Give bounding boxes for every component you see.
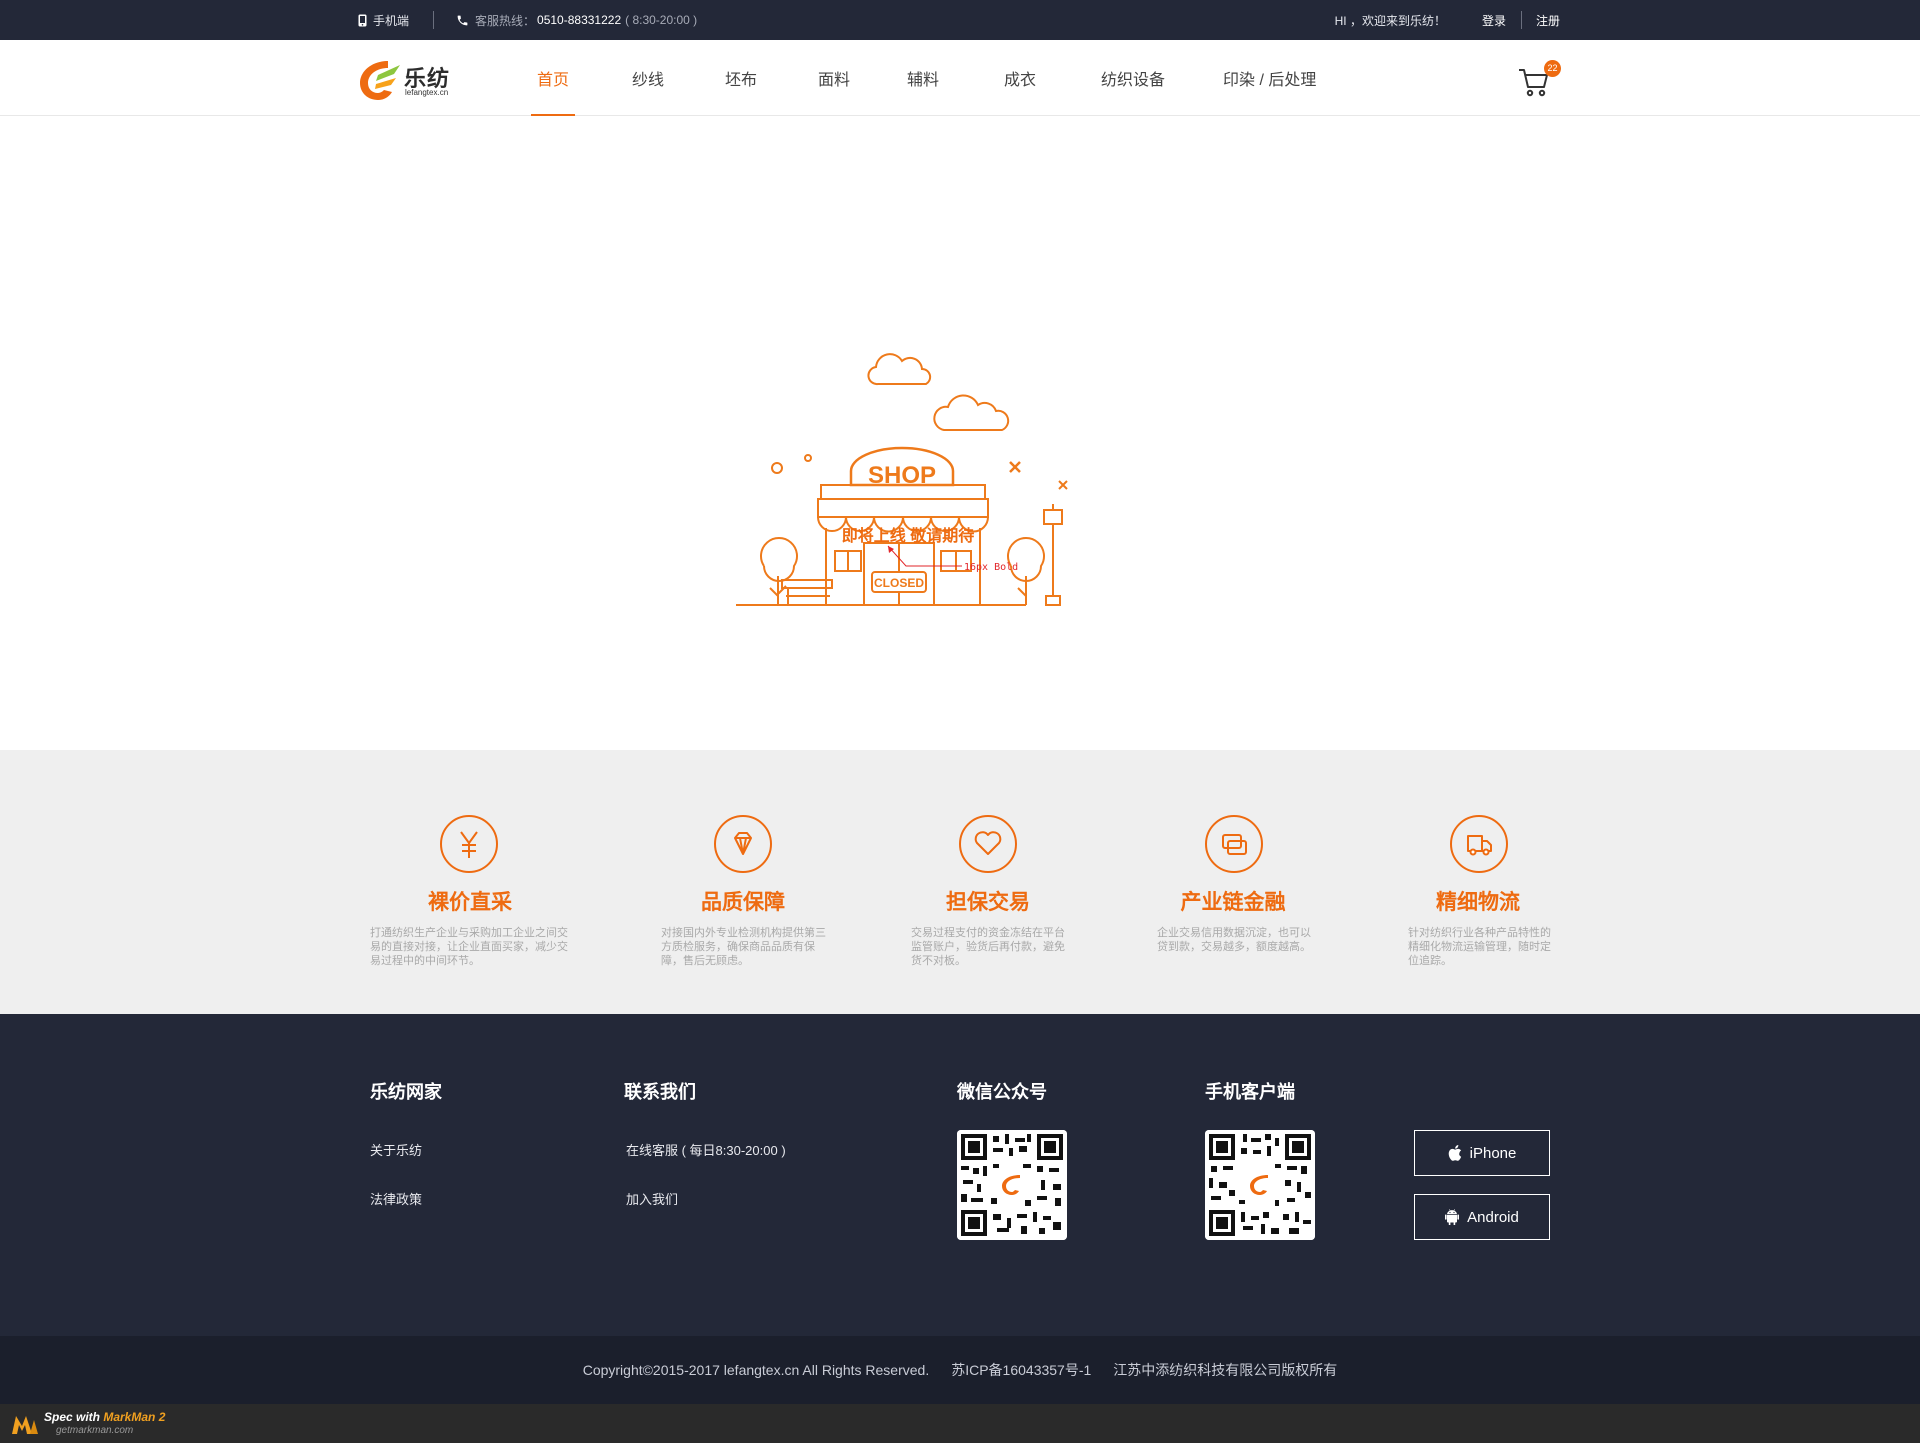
markman-brand: MarkMan 2 [103, 1410, 166, 1424]
iphone-download-button[interactable]: iPhone [1414, 1130, 1550, 1176]
nav-equipment[interactable]: 纺织设备 [1101, 40, 1165, 116]
feature-title: 裸价直采 [428, 891, 512, 914]
logo-domain: lefangtex.cn [405, 88, 449, 97]
hotline-number: 0510-88331222 [537, 13, 622, 27]
feature-desc: 企业交易信用数据沉淀，也可以贷到款，交易越多，额度越高。 [1157, 927, 1311, 953]
feature-title: 精细物流 [1436, 891, 1520, 914]
telephone-icon [457, 15, 468, 25]
nav-yarn[interactable]: 纱线 [632, 40, 664, 116]
annotation-label: 16px Bold [964, 562, 1019, 573]
footer-link-join-us[interactable]: 加入我们 [626, 1189, 678, 1208]
markman-logo-icon [12, 1416, 38, 1434]
markman-bar: Spec with MarkMan 2 getmarkman.com [0, 1404, 1920, 1443]
markman-prefix: Spec with [44, 1410, 104, 1424]
feature-desc: 对接国内外专业检测机构提供第三方质检服务，确保商品品质有保障，售后无顾虑。 [661, 927, 826, 967]
footer-wechat-title: 微信公众号 [957, 1082, 1047, 1102]
app-qr-code [1205, 1130, 1315, 1240]
closed-sign-text: CLOSED [874, 576, 924, 590]
android-download-button[interactable]: Android [1414, 1194, 1550, 1240]
site-header: 乐纺 lefangtex.cn 首页 纱线 坯布 面料 辅料 成衣 纺织设备 印… [0, 40, 1920, 116]
feature-title: 担保交易 [946, 891, 1030, 914]
feature-desc: 针对纺织行业各种产品特性的精细化物流运输管理，随时定位追踪。 [1408, 927, 1551, 967]
nav-home[interactable]: 首页 [530, 40, 576, 116]
cloud-icon [867, 353, 932, 386]
finance-icon [1205, 815, 1263, 873]
annotation-arrow [887, 545, 962, 567]
footer-link-about[interactable]: 关于乐纺 [370, 1140, 422, 1159]
hotline: 客服热线： 0510-88331222 ( 8:30-20:00 ) [456, 12, 697, 29]
top-bar: 手机端 客服热线： 0510-88331222 ( 8:30-20:00 ) H… [0, 0, 1920, 40]
apple-icon [1448, 1145, 1461, 1161]
cart-button[interactable]: 22 [1518, 60, 1561, 100]
nav-garment[interactable]: 成衣 [1004, 40, 1036, 116]
icp-number[interactable]: 苏ICP备16043357号-1 [951, 1360, 1091, 1380]
feature-title: 品质保障 [701, 891, 785, 914]
cart-count-badge: 22 [1544, 60, 1561, 77]
qr-code-icon [1205, 1130, 1315, 1240]
mobile-link[interactable]: 手机端 [358, 12, 409, 29]
footer-link-legal[interactable]: 法律政策 [370, 1189, 422, 1208]
divider [1520, 11, 1522, 29]
yen-icon [440, 815, 498, 873]
login-link[interactable]: 登录 [1482, 12, 1506, 29]
markman-url: getmarkman.com [56, 1425, 134, 1436]
company-name: 江苏中添纺织科技有限公司版权所有 [1113, 1362, 1338, 1378]
phone-icon [358, 14, 367, 26]
main-content: SHOP CLOSED 即将上线 敬请期待 16px Bold [0, 116, 1920, 750]
qr-code-icon [957, 1130, 1067, 1240]
footer-contact-title: 联系我们 [624, 1082, 696, 1102]
feature-desc: 交易过程支付的资金冻结在平台监管账户，验货后再付款，避免货不对板。 [911, 927, 1065, 967]
register-link[interactable]: 注册 [1536, 12, 1560, 29]
iphone-label: iPhone [1469, 1144, 1517, 1162]
cloud-icon [933, 394, 1010, 431]
truck-icon [1450, 815, 1508, 873]
nav-greige[interactable]: 坯布 [725, 40, 757, 116]
welcome-text: HI ，欢迎来到乐纺！ [1334, 13, 1446, 28]
divider [433, 11, 435, 29]
logo-mark-icon [360, 61, 400, 100]
heart-icon [959, 815, 1017, 873]
android-label: Android [1467, 1208, 1519, 1226]
hotline-hours: ( 8:30-20:00 ) [625, 13, 698, 27]
diamond-icon [714, 815, 772, 873]
wechat-qr-code [957, 1130, 1067, 1240]
android-icon [1445, 1209, 1460, 1225]
footer-link-online-service[interactable]: 在线客服 ( 每日8:30-20:00 ) [626, 1140, 786, 1159]
nav-fabric[interactable]: 面料 [818, 40, 850, 116]
copyright-text: Copyright©2015-2017 lefangtex.cn All Rig… [582, 1362, 930, 1378]
footer-about-title: 乐纺网家 [370, 1082, 442, 1102]
mobile-label: 手机端 [373, 13, 410, 28]
features-section: 裸价直采 打通纺织生产企业与采购加工企业之间交易的直接对接，让企业直面买家，减少… [0, 750, 1920, 1014]
hotline-label: 客服热线： [475, 13, 536, 28]
markman-title: Spec with MarkMan 2 [44, 1410, 165, 1424]
feature-title: 产业链金融 [1180, 891, 1286, 914]
feature-desc: 打通纺织生产企业与采购加工企业之间交易的直接对接，让企业直面买家，减少交易过程中… [370, 927, 568, 967]
site-footer: 乐纺网家 关于乐纺 法律政策 联系我们 在线客服 ( 每日8:30-20:00 … [0, 1014, 1920, 1336]
footer-app-title: 手机客户端 [1205, 1082, 1295, 1102]
nav-dyeing[interactable]: 印染 / 后处理 [1223, 40, 1316, 116]
copyright-bar: Copyright©2015-2017 lefangtex.cn All Rig… [0, 1336, 1920, 1404]
nav-accessories[interactable]: 辅料 [907, 40, 939, 116]
logo[interactable]: 乐纺 lefangtex.cn [358, 57, 462, 103]
shop-sign-text: SHOP [868, 462, 936, 489]
